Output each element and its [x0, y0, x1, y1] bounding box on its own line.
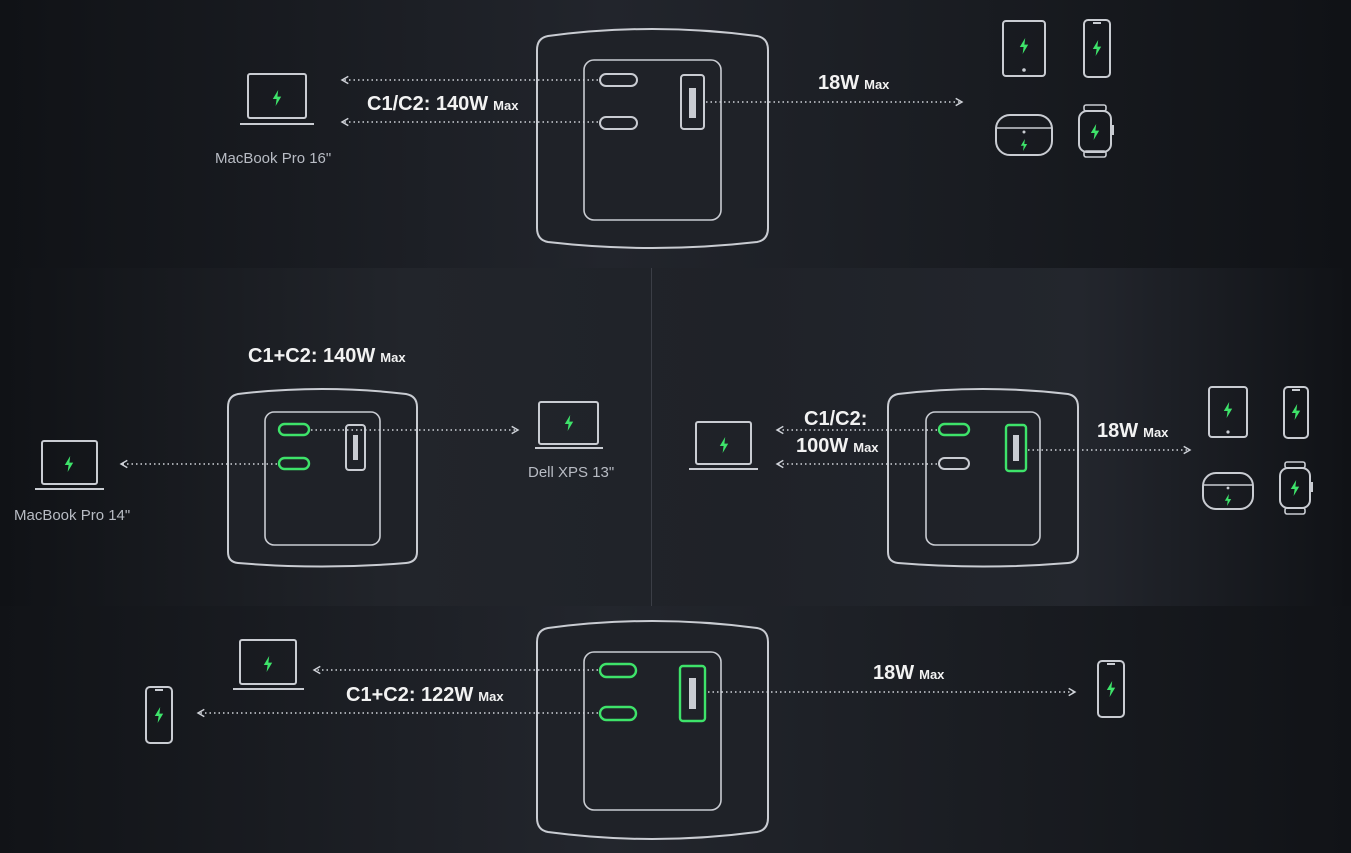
output-label-middle-right-line2: 100W Max	[796, 436, 879, 456]
output-value: 100W	[796, 435, 849, 457]
charger-top	[536, 28, 769, 249]
output-label-middle-right-line1: C1/C2:	[804, 409, 867, 429]
output-max-suffix: Max	[1143, 425, 1169, 440]
device-caption-macbook-pro-14: MacBook Pro 14"	[14, 507, 131, 524]
charger-icon	[227, 388, 418, 568]
output-value: 18W	[1097, 420, 1139, 442]
output-value: C1/C2: 140W	[367, 93, 489, 115]
output-label-top-left: C1/C2: 140W Max	[367, 94, 518, 114]
charger-icon	[536, 28, 769, 249]
laptop-icon	[233, 639, 304, 690]
output-max-suffix: Max	[493, 98, 519, 113]
earbuds-case-icon	[1202, 472, 1254, 510]
charger-icon	[887, 388, 1079, 568]
laptop-icon	[35, 440, 104, 490]
tablet-icon	[1208, 386, 1248, 438]
output-max-suffix: Max	[919, 667, 945, 682]
output-value: C1+C2: 140W	[248, 345, 376, 367]
output-label-top-right: 18W Max	[818, 73, 889, 93]
output-value: 18W	[873, 662, 915, 684]
smartwatch-icon	[1078, 104, 1114, 158]
output-value: C1+C2: 122W	[346, 684, 474, 706]
charger-middle-right	[887, 388, 1079, 568]
device-caption-dell-xps-13: Dell XPS 13"	[528, 464, 615, 481]
output-max-suffix: Max	[478, 689, 504, 704]
laptop-icon	[689, 421, 758, 470]
laptop-icon	[535, 401, 603, 449]
output-max-suffix: Max	[864, 77, 890, 92]
output-label-middle-left: C1+C2: 140W Max	[248, 346, 406, 366]
output-max-suffix: Max	[853, 440, 879, 455]
charger-bottom	[536, 620, 769, 840]
output-max-suffix: Max	[380, 350, 406, 365]
output-label-bottom-right: 18W Max	[873, 663, 944, 683]
laptop-icon	[240, 73, 314, 125]
tablet-icon	[1002, 20, 1046, 77]
charger-middle-left	[227, 388, 418, 568]
phone-icon	[1097, 660, 1125, 718]
smartwatch-icon	[1279, 461, 1313, 515]
device-caption-macbook-pro-16: MacBook Pro 16"	[215, 150, 332, 167]
charger-icon	[536, 620, 769, 840]
output-label-bottom-left: C1+C2: 122W Max	[346, 685, 504, 705]
phone-icon	[1083, 19, 1111, 78]
phone-icon	[1283, 386, 1309, 439]
earbuds-case-icon	[995, 114, 1053, 156]
output-label-middle-right-usb-a: 18W Max	[1097, 421, 1168, 441]
output-value: C1/C2:	[804, 408, 868, 430]
output-value: 18W	[818, 72, 860, 94]
phone-icon	[145, 686, 173, 744]
